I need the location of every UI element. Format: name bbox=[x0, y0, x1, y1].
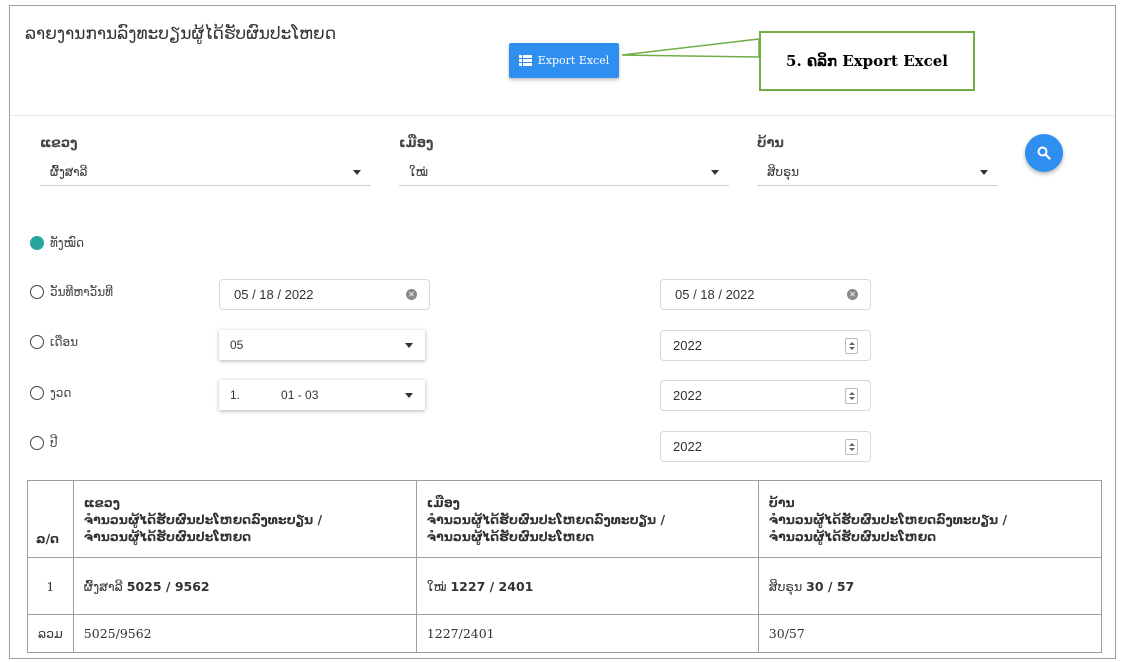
clear-icon[interactable]: ✕ bbox=[406, 289, 417, 300]
village-value: ສິບຣຸນ bbox=[767, 164, 800, 179]
radio-quarter-label: ງວດ bbox=[50, 386, 72, 400]
month-value: 05 bbox=[230, 338, 244, 352]
village-select[interactable]: ສິບຣຸນ bbox=[757, 158, 998, 186]
total-district: 1227/2401 bbox=[415, 614, 759, 653]
radio-quarter[interactable]: ງວດ bbox=[30, 386, 71, 400]
radio-all-label: ທັງໝົດ bbox=[50, 236, 85, 250]
table-total-row: ລວມ 5025/9562 1227/2401 30/57 bbox=[27, 614, 1103, 653]
row-province-name: ຜົ້ງສາລີ bbox=[83, 578, 123, 594]
row-village-value: 30 / 57 bbox=[806, 578, 855, 594]
report-page: ລາຍງານການລົງທະບຽນຜູ້ໄດ້ຮັບຜົນປະໂຫຍດ Expo… bbox=[9, 5, 1116, 659]
date-to-input[interactable]: 05 / 18 / 2022 ✕ bbox=[660, 279, 871, 310]
province-label: ແຂວງ bbox=[40, 136, 78, 151]
callout-box: 5. ຄລິກ Export Excel bbox=[759, 31, 975, 91]
month-select[interactable]: 05 bbox=[219, 330, 425, 360]
row-district-value: 1227 / 2401 bbox=[450, 578, 534, 594]
radio-date-range-label: ວັນທີຫາວັນທີ bbox=[50, 285, 114, 299]
radio-button[interactable] bbox=[30, 335, 44, 349]
clear-icon[interactable]: ✕ bbox=[847, 289, 858, 300]
header-province-title: ແຂວງ bbox=[83, 494, 120, 510]
header-province: ແຂວງ ຈຳນວນຜູ້ໄດ້ຮັບຜົນປະໂຫຍດລົງທະບຽນ / ຈ… bbox=[72, 480, 417, 558]
page-title: ລາຍງານການລົງທະບຽນຜູ້ໄດ້ຮັບຜົນປະໂຫຍດ bbox=[25, 24, 337, 44]
row-village-name: ສິບຣຸນ bbox=[768, 578, 803, 594]
radio-all[interactable]: ທັງໝົດ bbox=[30, 236, 84, 250]
stepper-icon[interactable] bbox=[845, 338, 858, 354]
district-select[interactable]: ໃໝ່ bbox=[399, 158, 729, 186]
total-province: 5025/9562 bbox=[72, 614, 417, 653]
row-province: ຜົ້ງສາລີ 5025 / 9562 bbox=[72, 557, 417, 615]
header-village-line2: ຈຳນວນຜູ້ໄດ້ຮັບຜົນປະໂຫຍດ bbox=[768, 528, 937, 544]
row-district: ໃໝ່ 1227 / 2401 bbox=[415, 557, 759, 615]
year-input[interactable]: 2022 bbox=[660, 431, 871, 462]
export-excel-button[interactable]: Export Excel bbox=[509, 43, 619, 78]
header-village: ບ້ານ ຈຳນວນຜູ້ໄດ້ຮັບຜົນປະໂຫຍດລົງທະບຽນ / ຈ… bbox=[757, 480, 1103, 558]
chevron-down-icon bbox=[405, 393, 413, 398]
chevron-down-icon bbox=[711, 170, 719, 175]
radio-button[interactable] bbox=[30, 285, 44, 299]
export-excel-label: Export Excel bbox=[537, 54, 610, 67]
radio-month[interactable]: ເດືອນ bbox=[30, 335, 78, 349]
chevron-down-icon bbox=[980, 170, 988, 175]
header-district-line1: ຈຳນວນຜູ້ໄດ້ຮັບຜົນປະໂຫຍດລົງທະບຽນ / bbox=[426, 511, 666, 527]
date-from-value: 05 / 18 / 2022 bbox=[234, 287, 314, 302]
table-row: 1 ຜົ້ງສາລີ 5025 / 9562 ໃໝ່ 1227 / 2401 ສ… bbox=[27, 557, 1103, 615]
header-index: ລ/ດ bbox=[27, 480, 74, 558]
district-value: ໃໝ່ bbox=[409, 164, 428, 179]
total-village: 30/57 bbox=[757, 614, 1103, 653]
callout-text: 5. ຄລິກ Export Excel bbox=[786, 52, 948, 70]
radio-date-range[interactable]: ວັນທີຫາວັນທີ bbox=[30, 285, 113, 299]
province-value: ຜົ້ງສາລີ bbox=[50, 164, 88, 179]
header-province-line2: ຈຳນວນຜູ້ໄດ້ຮັບຜົນປະໂຫຍດ bbox=[83, 528, 252, 544]
radio-year-label: ປີ bbox=[50, 436, 58, 450]
report-table: ລ/ດ ແຂວງ ຈຳນວນຜູ້ໄດ້ຮັບຜົນປະໂຫຍດລົງທະບຽນ… bbox=[27, 480, 1103, 653]
header-divider bbox=[10, 115, 1115, 116]
quarter-year-value: 2022 bbox=[673, 388, 702, 403]
header-district: ເມືອງ ຈຳນວນຜູ້ໄດ້ຮັບຜົນປະໂຫຍດລົງທະບຽນ / … bbox=[415, 480, 759, 558]
chevron-down-icon bbox=[405, 343, 413, 348]
quarter-year-input[interactable]: 2022 bbox=[660, 380, 871, 411]
header-village-line1: ຈຳນວນຜູ້ໄດ້ຮັບຜົນປະໂຫຍດລົງທະບຽນ / bbox=[768, 511, 1008, 527]
search-icon bbox=[1037, 146, 1051, 160]
radio-button[interactable] bbox=[30, 386, 44, 400]
date-to-value: 05 / 18 / 2022 bbox=[675, 287, 755, 302]
month-year-input[interactable]: 2022 bbox=[660, 330, 871, 361]
stepper-icon[interactable] bbox=[845, 439, 858, 455]
province-select[interactable]: ຜົ້ງສາລີ bbox=[40, 158, 371, 186]
total-label: ລວມ bbox=[27, 614, 74, 653]
header-village-title: ບ້ານ bbox=[768, 494, 795, 510]
stepper-icon[interactable] bbox=[845, 388, 858, 404]
date-from-input[interactable]: 05 / 18 / 2022 ✕ bbox=[219, 279, 430, 310]
header-province-line1: ຈຳນວນຜູ້ໄດ້ຮັບຜົນປະໂຫຍດລົງທະບຽນ / bbox=[83, 511, 323, 527]
quarter-range: 01 - 03 bbox=[281, 388, 319, 402]
search-button[interactable] bbox=[1025, 134, 1063, 172]
village-label: ບ້ານ bbox=[757, 136, 784, 151]
table-header-row: ລ/ດ ແຂວງ ຈຳນວນຜູ້ໄດ້ຮັບຜົນປະໂຫຍດລົງທະບຽນ… bbox=[27, 480, 1103, 558]
radio-month-label: ເດືອນ bbox=[50, 335, 79, 349]
radio-button-checked[interactable] bbox=[30, 236, 44, 250]
header-district-title: ເມືອງ bbox=[426, 494, 460, 510]
row-district-name: ໃໝ່ bbox=[426, 578, 447, 594]
radio-button[interactable] bbox=[30, 436, 44, 450]
district-label: ເມືອງ bbox=[399, 136, 434, 151]
row-village: ສິບຣຸນ 30 / 57 bbox=[757, 557, 1103, 615]
chevron-down-icon bbox=[353, 170, 361, 175]
row-province-value: 5025 / 9562 bbox=[126, 578, 210, 594]
quarter-number: 1. bbox=[230, 388, 241, 402]
table-icon bbox=[518, 55, 532, 66]
row-index: 1 bbox=[27, 557, 74, 615]
year-value: 2022 bbox=[673, 439, 702, 454]
quarter-select[interactable]: 1. 01 - 03 bbox=[219, 380, 425, 410]
header-district-line2: ຈຳນວນຜູ້ໄດ້ຮັບຜົນປະໂຫຍດ bbox=[426, 528, 595, 544]
month-year-value: 2022 bbox=[673, 338, 702, 353]
radio-year[interactable]: ປີ bbox=[30, 436, 58, 450]
